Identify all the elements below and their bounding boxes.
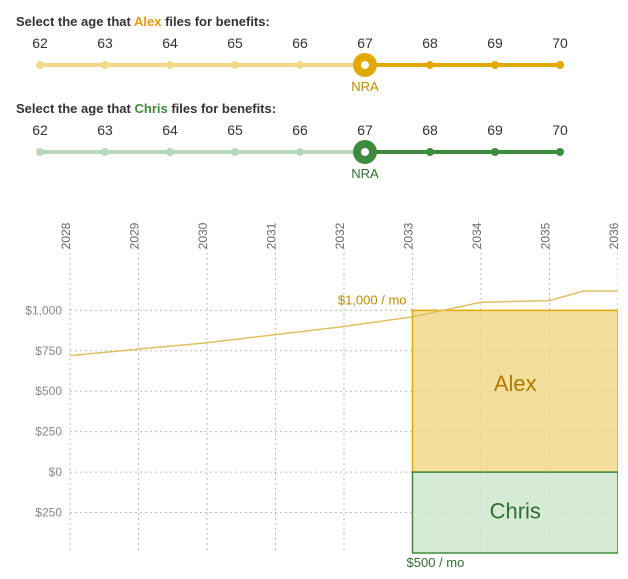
age-tick-64[interactable]: [166, 148, 174, 156]
y-tick-label-5: $250: [35, 506, 62, 520]
age-label-63: 63: [97, 122, 113, 138]
benefit-chart: 2028 2029 2030 2031 2032 2033 2034 2035 2036 $1,0…: [10, 188, 618, 568]
age-label-67: 67: [357, 122, 373, 138]
y-tick-label-1: $750: [35, 344, 62, 358]
age-tick-69[interactable]: [491, 148, 499, 156]
year-label-2034: 2034: [470, 222, 484, 249]
age-label-69: 69: [487, 35, 503, 51]
area-label-chris: Chris: [490, 499, 541, 524]
slider-chris: Select the age that Chris files for bene…: [10, 101, 618, 170]
nra-label-alex: NRA: [351, 79, 378, 94]
age-tick-62[interactable]: [36, 148, 44, 156]
age-tick-70[interactable]: [556, 61, 564, 69]
age-label-62: 62: [32, 35, 48, 51]
slider-knob-alex[interactable]: [353, 53, 377, 77]
prompt-alex-post: files for benefits:: [161, 14, 269, 29]
age-label-67: 67: [357, 35, 373, 51]
year-label-2029: 2029: [128, 222, 142, 249]
year-label-2030: 2030: [196, 222, 210, 249]
age-label-62: 62: [32, 122, 48, 138]
y-tick-label-0: $1,000: [25, 303, 62, 317]
age-tick-66[interactable]: [296, 61, 304, 69]
age-tick-65[interactable]: [231, 148, 239, 156]
age-tick-64[interactable]: [166, 61, 174, 69]
age-tick-63[interactable]: [101, 148, 109, 156]
age-tick-68[interactable]: [426, 148, 434, 156]
prompt-chris-name: Chris: [134, 101, 167, 116]
age-slider-chris[interactable]: 626364656667686970NRA: [40, 122, 560, 170]
slider-track-right: [365, 150, 560, 154]
age-label-65: 65: [227, 35, 243, 51]
age-label-65: 65: [227, 122, 243, 138]
year-label-2031: 2031: [265, 222, 279, 249]
y-tick-label-4: $0: [49, 465, 63, 479]
slider-knob-chris[interactable]: [353, 140, 377, 164]
prompt-alex-name: Alex: [134, 14, 161, 29]
age-tick-69[interactable]: [491, 61, 499, 69]
slider-track-right: [365, 63, 560, 67]
year-label-2032: 2032: [333, 222, 347, 249]
age-label-69: 69: [487, 122, 503, 138]
slider-track-left: [40, 63, 365, 67]
age-label-68: 68: [422, 35, 438, 51]
age-slider-alex[interactable]: 626364656667686970NRA: [40, 35, 560, 83]
age-label-70: 70: [552, 35, 568, 51]
y-tick-label-2: $500: [35, 384, 62, 398]
prompt-chris: Select the age that Chris files for bene…: [16, 101, 618, 116]
prompt-chris-pre: Select the age that: [16, 101, 134, 116]
y-tick-label-3: $250: [35, 425, 62, 439]
age-label-68: 68: [422, 122, 438, 138]
year-label-2036: 2036: [607, 222, 618, 249]
age-tick-65[interactable]: [231, 61, 239, 69]
age-tick-70[interactable]: [556, 148, 564, 156]
area-label-alex: Alex: [494, 371, 537, 396]
age-label-66: 66: [292, 35, 308, 51]
nra-label-chris: NRA: [351, 166, 378, 181]
prompt-alex: Select the age that Alex files for benef…: [16, 14, 618, 29]
age-tick-66[interactable]: [296, 148, 304, 156]
age-label-70: 70: [552, 122, 568, 138]
prompt-chris-post: files for benefits:: [168, 101, 276, 116]
year-label-2035: 2035: [539, 222, 553, 249]
slider-knob-hole: [361, 61, 369, 69]
prompt-alex-pre: Select the age that: [16, 14, 134, 29]
age-label-64: 64: [162, 122, 178, 138]
age-label-63: 63: [97, 35, 113, 51]
callout-alex: $1,000 / mo: [338, 292, 407, 307]
slider-knob-hole: [361, 148, 369, 156]
callout-chris: $500 / mo: [407, 555, 465, 568]
slider-track-left: [40, 150, 365, 154]
age-tick-62[interactable]: [36, 61, 44, 69]
age-label-66: 66: [292, 122, 308, 138]
age-tick-63[interactable]: [101, 61, 109, 69]
year-label-2033: 2033: [402, 222, 416, 249]
age-tick-68[interactable]: [426, 61, 434, 69]
slider-alex: Select the age that Alex files for benef…: [10, 14, 618, 83]
age-label-64: 64: [162, 35, 178, 51]
year-label-2028: 2028: [59, 222, 73, 249]
